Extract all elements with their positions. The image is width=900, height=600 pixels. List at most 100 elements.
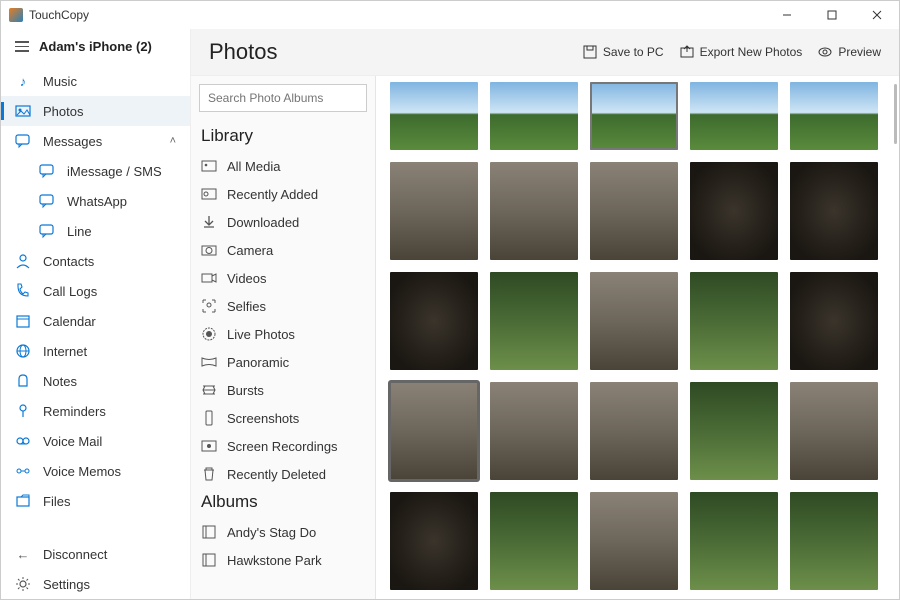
trash-icon xyxy=(201,466,217,482)
photo-thumbnail[interactable] xyxy=(790,382,878,480)
photo-thumbnail[interactable] xyxy=(390,272,478,370)
nav-settings[interactable]: Settings xyxy=(1,569,190,599)
music-note-icon: ♪ xyxy=(15,73,31,89)
photo-thumbnail[interactable] xyxy=(490,82,578,150)
nav-photos[interactable]: Photos xyxy=(1,96,190,126)
maximize-button[interactable] xyxy=(809,1,854,29)
action-label: Export New Photos xyxy=(700,45,803,59)
eye-icon xyxy=(818,45,832,59)
photo-thumbnail[interactable] xyxy=(690,492,778,590)
video-icon xyxy=(201,270,217,286)
lib-label: Screenshots xyxy=(227,411,299,426)
nav-contacts[interactable]: Contacts xyxy=(1,246,190,276)
lib-label: Panoramic xyxy=(227,355,289,370)
lib-videos[interactable]: Videos xyxy=(191,264,375,292)
photo-thumbnail[interactable] xyxy=(490,382,578,480)
photo-thumbnail[interactable] xyxy=(390,382,478,480)
photo-thumbnail[interactable] xyxy=(690,82,778,150)
nav-call-logs[interactable]: Call Logs xyxy=(1,276,190,306)
search-input[interactable] xyxy=(199,84,367,112)
lib-panoramic[interactable]: Panoramic xyxy=(191,348,375,376)
nav-disconnect[interactable]: ← Disconnect xyxy=(1,539,190,569)
photo-thumbnail[interactable] xyxy=(690,382,778,480)
photo-thumbnail[interactable] xyxy=(390,492,478,590)
nav-label: Messages xyxy=(43,134,102,149)
app-icon xyxy=(9,8,23,22)
hamburger-icon xyxy=(15,41,29,52)
photo-thumbnail[interactable] xyxy=(390,162,478,260)
minimize-button[interactable] xyxy=(764,1,809,29)
photo-thumbnail[interactable] xyxy=(490,162,578,260)
app-title: TouchCopy xyxy=(29,8,89,22)
phone-icon xyxy=(15,283,31,299)
photo-thumbnail[interactable] xyxy=(790,272,878,370)
nav-line[interactable]: Line xyxy=(1,216,190,246)
library-section-title: Library xyxy=(191,122,375,152)
photo-thumbnail[interactable] xyxy=(590,162,678,260)
device-selector[interactable]: Adam's iPhone (2) xyxy=(1,29,190,66)
photo-grid-scroll[interactable] xyxy=(376,76,899,599)
camera-icon xyxy=(201,242,217,258)
chat-icon xyxy=(39,163,55,179)
lib-live-photos[interactable]: Live Photos xyxy=(191,320,375,348)
lib-label: Camera xyxy=(227,243,273,258)
lib-recently-deleted[interactable]: Recently Deleted xyxy=(191,460,375,488)
lib-label: Videos xyxy=(227,271,267,286)
nav-voicememos[interactable]: Voice Memos xyxy=(1,456,190,486)
nav-calendar[interactable]: Calendar xyxy=(1,306,190,336)
arrow-left-icon: ← xyxy=(15,546,31,562)
preview-button[interactable]: Preview xyxy=(818,45,881,59)
nav-label: Photos xyxy=(43,104,83,119)
photo-thumbnail[interactable] xyxy=(590,382,678,480)
nav-music[interactable]: ♪ Music xyxy=(1,66,190,96)
device-label: Adam's iPhone (2) xyxy=(39,39,152,54)
lib-screen-recordings[interactable]: Screen Recordings xyxy=(191,432,375,460)
lib-label: Live Photos xyxy=(227,327,295,342)
photo-thumbnail[interactable] xyxy=(590,82,678,150)
photo-thumbnail[interactable] xyxy=(690,162,778,260)
search-container xyxy=(199,84,367,112)
photo-thumbnail[interactable] xyxy=(490,492,578,590)
photo-thumbnail[interactable] xyxy=(390,82,478,150)
photo-thumbnail[interactable] xyxy=(590,272,678,370)
scrollbar-thumb[interactable] xyxy=(894,84,897,144)
nav-whatsapp[interactable]: WhatsApp xyxy=(1,186,190,216)
nav-label: iMessage / SMS xyxy=(67,164,162,179)
save-icon xyxy=(583,45,597,59)
save-to-pc-button[interactable]: Save to PC xyxy=(583,45,664,59)
nav-voicemail[interactable]: Voice Mail xyxy=(1,426,190,456)
lib-selfies[interactable]: Selfies xyxy=(191,292,375,320)
lib-downloaded[interactable]: Downloaded xyxy=(191,208,375,236)
album-item[interactable]: Andy's Stag Do xyxy=(191,518,375,546)
lib-bursts[interactable]: Bursts xyxy=(191,376,375,404)
files-icon xyxy=(15,493,31,509)
export-icon xyxy=(680,45,694,59)
lib-screenshots[interactable]: Screenshots xyxy=(191,404,375,432)
lib-camera[interactable]: Camera xyxy=(191,236,375,264)
nav-imessage[interactable]: iMessage / SMS xyxy=(1,156,190,186)
nav-notes[interactable]: Notes xyxy=(1,366,190,396)
photo-thumbnail[interactable] xyxy=(790,82,878,150)
close-button[interactable] xyxy=(854,1,899,29)
photo-thumbnail[interactable] xyxy=(790,162,878,260)
lib-all-media[interactable]: All Media xyxy=(191,152,375,180)
photo-thumbnail[interactable] xyxy=(590,492,678,590)
nav-reminders[interactable]: Reminders xyxy=(1,396,190,426)
photo-thumbnail[interactable] xyxy=(490,272,578,370)
voicemail-icon xyxy=(15,433,31,449)
lib-recently-added[interactable]: Recently Added xyxy=(191,180,375,208)
nav-label: Calendar xyxy=(43,314,96,329)
action-label: Save to PC xyxy=(603,45,664,59)
export-new-photos-button[interactable]: Export New Photos xyxy=(680,45,803,59)
album-item[interactable]: Hawkstone Park xyxy=(191,546,375,574)
nav-internet[interactable]: Internet xyxy=(1,336,190,366)
nav-label: Disconnect xyxy=(43,547,107,562)
nav-label: Internet xyxy=(43,344,87,359)
nav-label: WhatsApp xyxy=(67,194,127,209)
phone-frame-icon xyxy=(201,410,217,426)
nav-messages[interactable]: Messages ˄ xyxy=(1,126,190,156)
note-icon xyxy=(15,373,31,389)
photo-thumbnail[interactable] xyxy=(790,492,878,590)
nav-files[interactable]: Files xyxy=(1,486,190,516)
photo-thumbnail[interactable] xyxy=(690,272,778,370)
